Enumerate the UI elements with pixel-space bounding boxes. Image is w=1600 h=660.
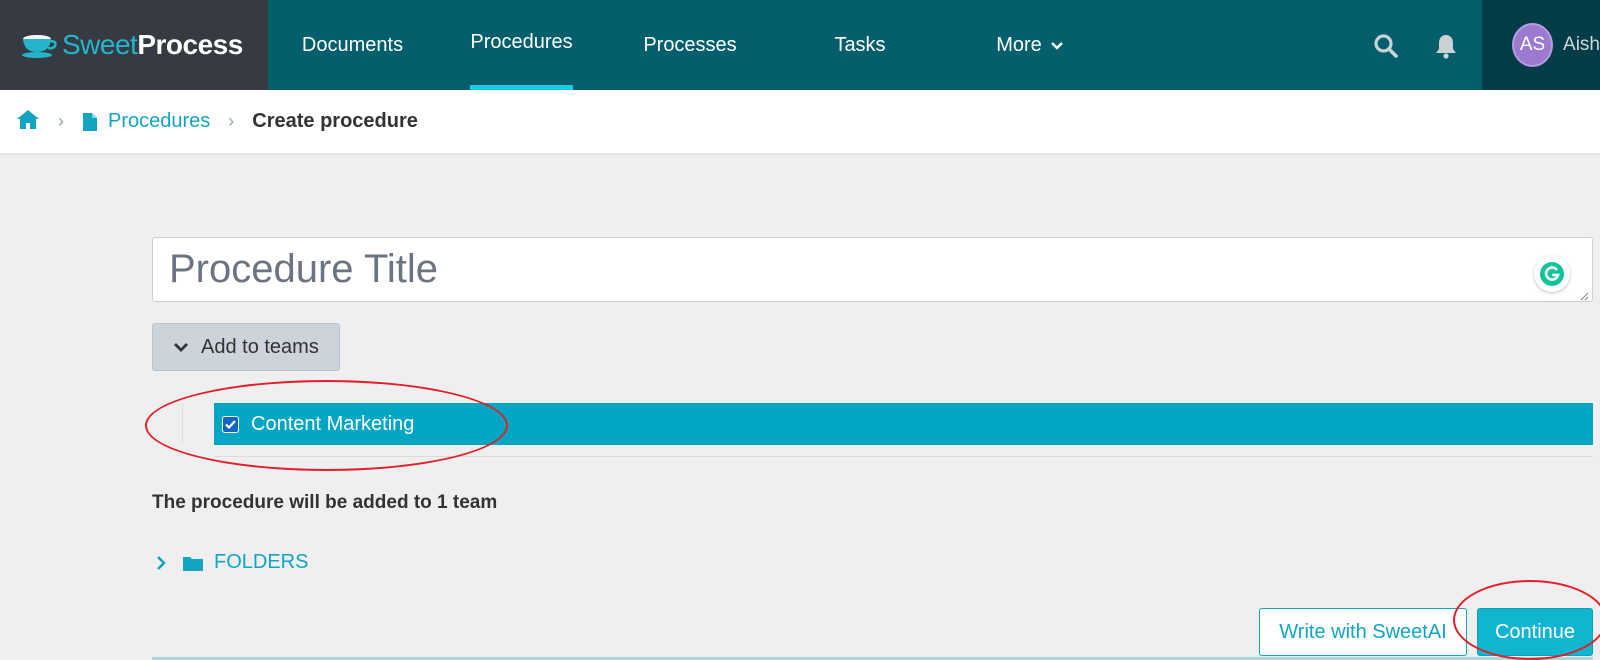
chevron-down-icon [1050, 34, 1064, 57]
team-checkbox[interactable] [222, 415, 239, 433]
folders-label: FOLDERS [214, 551, 309, 573]
nav-documents-label: Documents [301, 33, 404, 56]
nav-more-label: More [996, 33, 1042, 56]
document-icon [82, 112, 98, 132]
add-to-teams-button[interactable]: Add to teams [152, 323, 340, 371]
checkmark-icon [223, 416, 238, 432]
procedure-title-input[interactable] [153, 238, 1592, 301]
nav-procedures-label: Procedures [470, 31, 573, 53]
team-list-divider [182, 403, 183, 443]
breadcrumb: › Procedures › Create procedure [0, 90, 1600, 154]
search-icon[interactable] [1370, 30, 1402, 62]
teams-summary: The procedure will be added to 1 team [152, 492, 498, 513]
nav-procedures[interactable]: Procedures [470, 0, 573, 90]
folder-icon [182, 554, 204, 572]
nav-documents[interactable]: Documents [290, 0, 415, 90]
user-menu[interactable]: AS Aish [1482, 0, 1600, 90]
team-list-divider-bottom [214, 456, 1593, 457]
write-with-sweetai-button[interactable]: Write with SweetAI [1259, 608, 1467, 656]
top-navbar: SweetProcess Documents Procedures Proces… [0, 0, 1600, 90]
add-to-teams-label: Add to teams [201, 335, 319, 358]
grammarly-icon[interactable] [1534, 256, 1570, 292]
breadcrumb-procedures-link[interactable]: Procedures [108, 110, 210, 133]
resize-handle-icon[interactable] [1579, 288, 1589, 301]
nav-more-dropdown[interactable]: More [985, 0, 1075, 90]
breadcrumb-separator-icon: › [58, 111, 64, 131]
continue-button[interactable]: Continue [1477, 608, 1593, 656]
team-name: Content Marketing [251, 412, 415, 435]
bell-icon[interactable] [1430, 30, 1462, 62]
home-icon[interactable] [16, 108, 40, 135]
folders-toggle[interactable]: FOLDERS [152, 551, 308, 574]
logo-text-sweet: Sweet [62, 29, 138, 60]
breadcrumb-current: Create procedure [252, 110, 418, 132]
breadcrumb-separator-icon: › [228, 111, 235, 131]
nav-tasks-label: Tasks [834, 33, 886, 56]
logo[interactable]: SweetProcess [0, 0, 268, 90]
chevron-right-icon [156, 555, 166, 571]
avatar: AS [1512, 23, 1554, 67]
procedure-title-field [152, 237, 1593, 302]
nav-tasks[interactable]: Tasks [820, 0, 900, 90]
team-item-content-marketing[interactable]: Content Marketing [214, 403, 1593, 445]
nav-processes[interactable]: Processes [640, 0, 740, 90]
chevron-down-icon [173, 341, 189, 353]
nav-processes-label: Processes [643, 33, 737, 56]
logo-text-process: Process [137, 29, 243, 60]
user-name: Aish [1563, 34, 1600, 55]
teacup-logo-icon [20, 30, 58, 60]
